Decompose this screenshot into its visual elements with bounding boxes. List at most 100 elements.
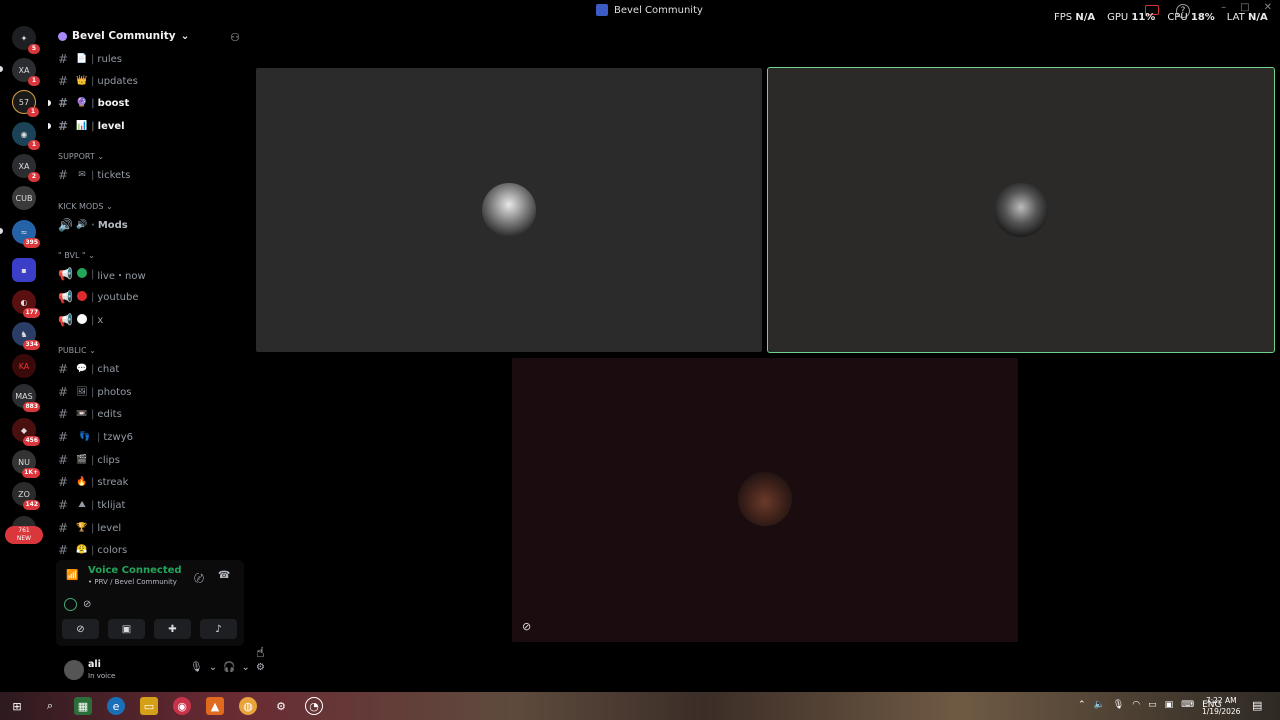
- server-icon[interactable]: MAS 883: [12, 384, 40, 412]
- server-badge-icon: [58, 31, 67, 41]
- gear-icon[interactable]: ⚙: [256, 662, 265, 673]
- channel-boost[interactable]: # 🔮 | boost: [58, 94, 129, 112]
- invite-people-icon[interactable]: ⚇: [230, 31, 240, 44]
- camera-toggle-button[interactable]: ⊘: [62, 619, 99, 639]
- server-icon[interactable]: ◎761 NEW: [5, 516, 43, 544]
- channel-chat[interactable]: # 💬 | chat: [58, 360, 119, 378]
- server-header[interactable]: Bevel Community ⌄: [58, 30, 189, 42]
- activities-button[interactable]: ✚: [154, 619, 191, 639]
- chevron-down-icon[interactable]: ⌄: [209, 662, 217, 673]
- app-icon[interactable]: ▲: [206, 697, 224, 715]
- store-icon[interactable]: ▦: [74, 697, 92, 715]
- server-rail: ✦ 5 XA 1 57 1 ◉ 1 XA 2 CUB ≈395 ▪ ◐ 177 ♞ 334 K…: [0, 22, 48, 692]
- hash-icon: #: [58, 96, 69, 110]
- unread-badge: 1: [28, 76, 40, 86]
- voice-connection-panel: 📶 Voice Connected • PRV / Bevel Communit…: [56, 560, 244, 646]
- voice-channel-mods[interactable]: 🔊 🔊 · Mods: [58, 216, 128, 234]
- file-explorer-icon[interactable]: ▭: [140, 697, 158, 715]
- channel-live-now[interactable]: 📢 | live・now: [58, 265, 146, 283]
- notification-icon[interactable]: ▤: [1252, 699, 1262, 712]
- channel-tklijat[interactable]: # ⛰ | tklijat: [58, 496, 125, 514]
- username[interactable]: ali: [88, 659, 101, 670]
- white-circle-icon: [77, 313, 87, 324]
- speaker-icon: 🔊: [76, 220, 88, 230]
- server-icon[interactable]: ◉ 1: [12, 122, 40, 150]
- noise-suppression-icon[interactable]: 〄: [194, 570, 204, 585]
- browser-icon[interactable]: ◍: [239, 697, 257, 715]
- system-tray: ⌃ 🔈 🎙 ◠ ▭ ▣ ⌨ ENG: [1078, 700, 1222, 710]
- search-icon[interactable]: ⌕: [41, 697, 59, 715]
- server-icon[interactable]: XA 2: [12, 154, 40, 182]
- server-icon[interactable]: 57 1: [12, 90, 39, 117]
- server-icon[interactable]: KA: [12, 354, 36, 378]
- windows-start-icon[interactable]: ⊞: [8, 697, 26, 715]
- category-bvl[interactable]: " BVL " ⌄: [58, 251, 95, 260]
- channel-updates[interactable]: # 👑 | updates: [58, 72, 138, 90]
- channel-clips[interactable]: # 🎬 | clips: [58, 451, 120, 469]
- category-support[interactable]: SUPPORT ⌄: [58, 152, 104, 161]
- edge-icon[interactable]: e: [107, 697, 125, 715]
- server-icon[interactable]: ZO 142: [12, 482, 40, 510]
- server-icon[interactable]: ◆ 456: [12, 418, 40, 446]
- category-public[interactable]: PUBLIC ⌄: [58, 346, 96, 355]
- channel-level-public[interactable]: # 🏆 | level: [58, 519, 121, 537]
- server-icon[interactable]: CUB: [12, 186, 36, 210]
- unread-badge: 1K+: [22, 468, 40, 478]
- server-icon[interactable]: NU 1K+: [12, 450, 40, 478]
- taskbar-clock[interactable]: 7:22 AM 1/19/2026: [1202, 695, 1240, 717]
- activity-icon[interactable]: [64, 598, 77, 611]
- server-folder-icon[interactable]: ▪: [12, 258, 36, 282]
- microphone-icon[interactable]: 🎙: [190, 662, 203, 673]
- network-icon[interactable]: ◠: [1132, 700, 1140, 710]
- window-title-text: Bevel Community: [614, 4, 703, 16]
- microphone-icon[interactable]: 🎙: [1113, 700, 1124, 710]
- channel-youtube[interactable]: 📢 | youtube: [58, 288, 139, 306]
- channel-rules[interactable]: # 📄 | rules: [58, 50, 122, 68]
- chevron-down-icon[interactable]: ⌄: [242, 662, 250, 673]
- hash-icon: #: [58, 168, 69, 182]
- headphones-icon[interactable]: 🎧: [223, 662, 235, 673]
- chevron-up-icon[interactable]: ⌃: [1078, 700, 1086, 710]
- chrome-icon[interactable]: ◉: [173, 697, 191, 715]
- soundboard-button[interactable]: ♪: [200, 619, 237, 639]
- channel-x[interactable]: 📢 | x: [58, 311, 103, 329]
- unread-badge: 1: [28, 140, 40, 150]
- unread-badge: 142: [23, 500, 40, 510]
- hash-icon: #: [58, 453, 69, 467]
- server-icon[interactable]: ◐ 177: [12, 290, 40, 318]
- keyboard-icon[interactable]: ⌨: [1181, 700, 1194, 710]
- unread-badge: 456: [23, 436, 40, 446]
- participant-avatar: [738, 472, 792, 526]
- channel-tzwy6[interactable]: # 👣 | tzwy6: [58, 428, 133, 446]
- volume-icon[interactable]: 🔈: [1094, 700, 1105, 710]
- channel-tickets[interactable]: # ✉ | tickets: [58, 166, 130, 184]
- screen-share-button[interactable]: ▣: [108, 619, 145, 639]
- channel-photos[interactable]: # 🖼 | photos: [58, 383, 131, 401]
- voice-status[interactable]: Voice Connected: [88, 565, 182, 576]
- voice-location[interactable]: • PRV / Bevel Community: [88, 578, 177, 586]
- discord-home-icon[interactable]: ✦ 5: [12, 26, 40, 54]
- announcement-icon: 📢: [58, 290, 73, 304]
- participant-tile-self[interactable]: ⊘: [512, 358, 1018, 642]
- channel-edits[interactable]: # 📼 | edits: [58, 405, 122, 423]
- category-kick-mods[interactable]: KICK MODS ⌄: [58, 202, 113, 211]
- participant-tile[interactable]: [256, 68, 762, 352]
- camera-off-icon[interactable]: ⊘: [83, 599, 91, 610]
- steam-icon[interactable]: ⚙: [272, 697, 290, 715]
- channel-colors[interactable]: # 😤 | colors: [58, 541, 127, 559]
- server-icon[interactable]: XA 1: [12, 58, 40, 86]
- server-icon[interactable]: ♞ 334: [12, 322, 40, 350]
- game-app-icon[interactable]: ◔: [305, 697, 323, 715]
- battery-icon[interactable]: ▭: [1148, 700, 1157, 710]
- participant-tile-speaking[interactable]: [767, 67, 1275, 353]
- channel-level[interactable]: # 📊 | level: [58, 117, 125, 135]
- display-icon[interactable]: ▣: [1165, 700, 1174, 710]
- soundboard-icon: ♪: [215, 623, 222, 635]
- signal-strength-icon[interactable]: 📶: [66, 570, 78, 581]
- speaker-icon: 🔊: [58, 218, 73, 232]
- channel-streak[interactable]: # 🔥 | streak: [58, 473, 128, 491]
- avatar[interactable]: [64, 660, 84, 680]
- screen-share-icon: ▣: [121, 623, 132, 635]
- server-icon[interactable]: ≈395: [12, 220, 40, 248]
- disconnect-icon[interactable]: ☎: [218, 570, 230, 581]
